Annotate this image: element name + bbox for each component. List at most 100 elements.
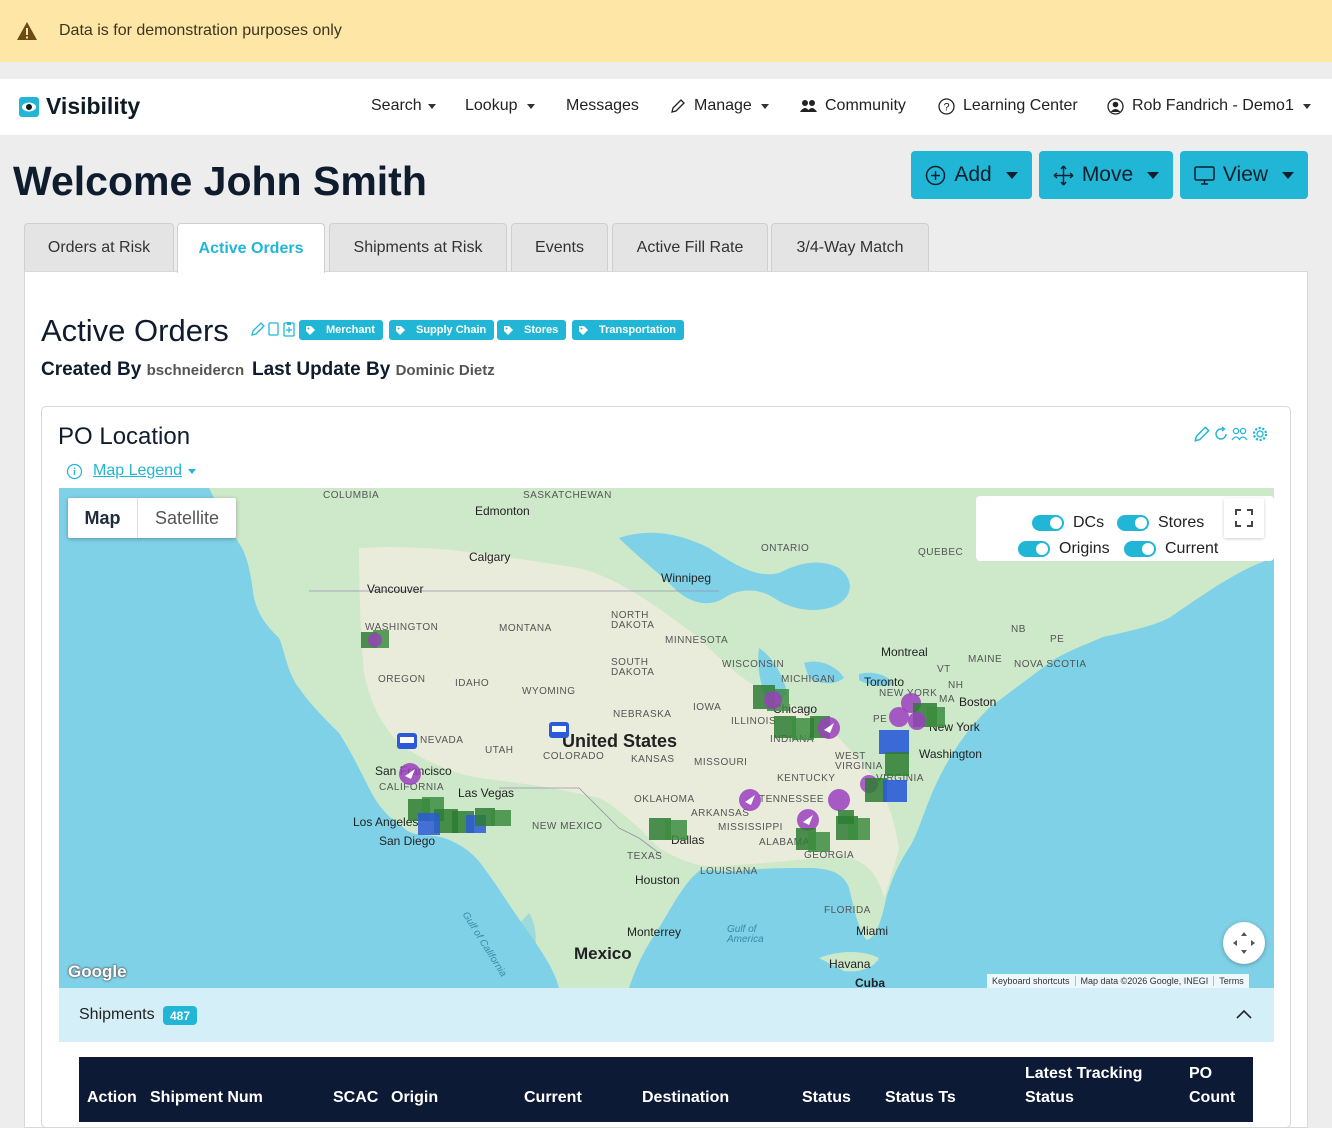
tab-shipments-at-risk[interactable]: Shipments at Risk: [329, 223, 507, 272]
map-label: NORTH DAKOTA: [611, 610, 655, 631]
tab-label: 3/4-Way Match: [796, 239, 904, 256]
dc-marker-cluster[interactable]: [883, 691, 949, 733]
column-header[interactable]: Destination: [642, 1086, 729, 1110]
map-label: NEBRASKA: [613, 709, 672, 720]
column-header[interactable]: PO Count: [1189, 1062, 1239, 1110]
terms-link[interactable]: Terms: [1214, 976, 1249, 986]
users-icon: [800, 100, 817, 112]
pencil-icon[interactable]: [250, 321, 266, 337]
toggle-switch[interactable]: [1018, 541, 1050, 557]
nav-lookup[interactable]: Lookup: [465, 97, 535, 115]
tag-merchant[interactable]: Merchant: [299, 320, 383, 340]
warning-triangle-icon: [17, 22, 37, 40]
pencil-icon[interactable]: [1193, 425, 1211, 443]
tag-stores[interactable]: Stores: [497, 320, 567, 340]
column-header[interactable]: Current: [524, 1086, 582, 1110]
tag-label: Merchant: [326, 324, 375, 336]
banner-text: Data is for demonstration purposes only: [59, 22, 342, 39]
tag-icon: [504, 325, 513, 335]
toggle-dcs[interactable]: DCs: [1032, 514, 1104, 532]
tab-active-orders[interactable]: Active Orders: [177, 223, 325, 273]
google-logo: Google: [68, 962, 127, 981]
tab-3-4-way-match[interactable]: 3/4-Way Match: [771, 223, 929, 272]
clipboard-icon[interactable]: [282, 321, 296, 337]
column-header[interactable]: SCAC: [333, 1086, 378, 1110]
plus-circle-icon: [926, 165, 946, 185]
brand-name: Visibility: [46, 93, 141, 119]
chevron-up-icon[interactable]: [1235, 1008, 1253, 1020]
dc-marker-cluster[interactable]: [859, 772, 919, 812]
store-marker[interactable]: [547, 717, 571, 741]
map-type-satellite[interactable]: Satellite: [137, 498, 236, 538]
dc-marker-cluster[interactable]: [794, 826, 834, 856]
nav-learning-center[interactable]: ? Learning Center: [938, 97, 1078, 115]
map-label: KENTUCKY: [777, 773, 836, 784]
map-label: WEST VIRGINIA: [835, 751, 883, 772]
nav-community-label: Community: [825, 97, 906, 114]
tab-active-fill-rate[interactable]: Active Fill Rate: [612, 223, 768, 272]
fullscreen-button[interactable]: [1224, 498, 1264, 538]
map-camera-control[interactable]: [1223, 922, 1265, 964]
column-header[interactable]: Origin: [391, 1086, 438, 1110]
dc-marker-cluster[interactable]: [473, 804, 517, 830]
column-header[interactable]: Latest Tracking Status: [1025, 1062, 1145, 1110]
map-attribution: Keyboard shortcuts Map data ©2026 Google…: [987, 974, 1249, 988]
map-type-map[interactable]: Map: [68, 498, 137, 538]
dc-marker-cluster[interactable]: [877, 728, 917, 778]
map-label: WISCONSIN: [722, 659, 785, 670]
column-header[interactable]: Status: [802, 1086, 851, 1110]
user-circle-icon: [1107, 97, 1124, 115]
map-label: NEW MEXICO: [532, 821, 603, 832]
tag-supply-chain[interactable]: Supply Chain: [389, 320, 495, 340]
tab-events[interactable]: Events: [511, 223, 608, 272]
move-button[interactable]: Move: [1039, 151, 1173, 199]
chevron-down-icon: [1005, 171, 1018, 179]
dc-marker-cluster[interactable]: [751, 683, 797, 713]
add-button[interactable]: Add: [911, 151, 1032, 199]
toggle-current[interactable]: Current: [1124, 540, 1218, 558]
toggle-origins[interactable]: Origins: [1018, 540, 1110, 558]
widget-tools: [1193, 425, 1270, 443]
tag-label: Supply Chain: [416, 324, 487, 336]
tag-transportation[interactable]: Transportation: [572, 320, 685, 340]
dc-marker-cluster[interactable]: [647, 814, 693, 842]
dc-marker-cluster[interactable]: [359, 628, 399, 654]
nav-messages[interactable]: Messages: [566, 97, 639, 115]
dashboard-title: Active Orders: [41, 313, 229, 348]
current-marker[interactable]: [815, 714, 843, 742]
column-header[interactable]: Shipment Num: [150, 1086, 263, 1110]
dc-marker-cluster[interactable]: [834, 808, 874, 846]
po-location-map[interactable]: COLUMBIA SASKATCHEWAN Edmonton Calgary V…: [59, 488, 1274, 988]
store-marker[interactable]: [395, 728, 419, 752]
toggle-switch[interactable]: [1117, 515, 1149, 531]
keyboard-shortcuts-link[interactable]: Keyboard shortcuts: [987, 976, 1076, 986]
nav-manage[interactable]: Manage: [670, 97, 769, 115]
current-marker[interactable]: [736, 786, 764, 814]
svg-text:?: ?: [943, 101, 949, 113]
gear-icon[interactable]: [1250, 425, 1270, 443]
map-type-control: Map Satellite: [68, 498, 236, 538]
view-button[interactable]: View: [1180, 151, 1308, 199]
brand-logo[interactable]: Visibility: [18, 93, 140, 120]
toggle-stores[interactable]: Stores: [1117, 514, 1204, 532]
nav-user-menu[interactable]: Rob Fandrich - Demo1: [1107, 97, 1311, 115]
copy-icon[interactable]: [267, 321, 281, 337]
toggle-switch[interactable]: [1124, 541, 1156, 557]
refresh-icon[interactable]: [1213, 425, 1229, 443]
toggle-switch[interactable]: [1032, 515, 1064, 531]
map-legend-toggle[interactable]: Map Legend: [66, 462, 196, 480]
nav-search[interactable]: Search: [371, 97, 436, 115]
users-icon[interactable]: [1231, 425, 1248, 443]
toggle-current-label: Current: [1165, 540, 1219, 557]
chevron-down-icon: [1147, 171, 1160, 179]
toggle-origins-label: Origins: [1059, 540, 1110, 557]
nav-community[interactable]: Community: [800, 97, 906, 115]
map-label: SASKATCHEWAN: [523, 490, 612, 501]
column-header[interactable]: Action: [87, 1086, 137, 1110]
current-marker[interactable]: [397, 761, 423, 787]
tab-orders-at-risk[interactable]: Orders at Risk: [24, 223, 174, 272]
shipments-count-badge: 487: [163, 1006, 198, 1025]
column-header[interactable]: Status Ts: [885, 1086, 956, 1110]
shipments-accordion-header[interactable]: Shipments 487: [59, 988, 1274, 1042]
tab-label: Orders at Risk: [47, 239, 151, 256]
